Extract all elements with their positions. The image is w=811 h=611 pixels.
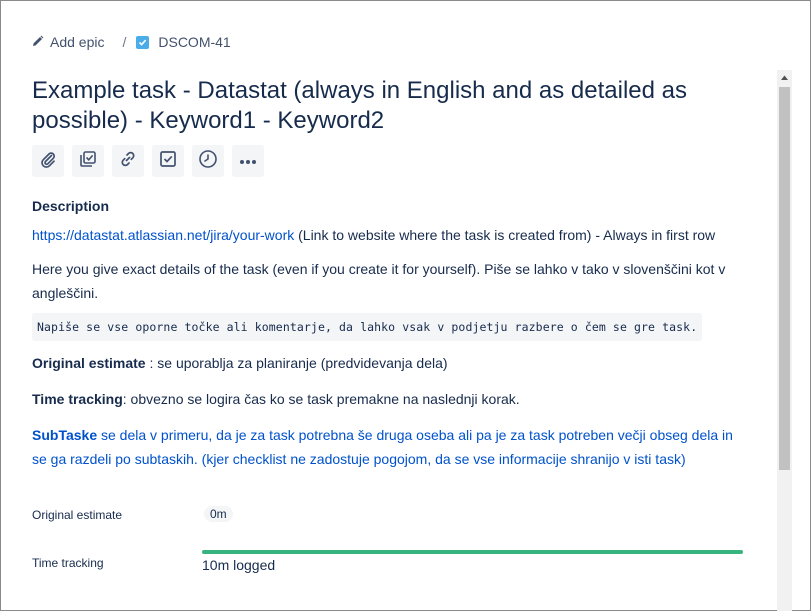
issue-key: DSCOM-41 xyxy=(158,34,231,50)
original-estimate-explanation: : se uporablja za planiranje (predvideva… xyxy=(145,355,448,371)
time-tracking-progress-bar xyxy=(202,550,743,554)
link-issue-button[interactable] xyxy=(112,145,144,177)
original-estimate-note: Original estimate : se uporablja za plan… xyxy=(32,351,742,375)
description-details: Here you give exact details of the task … xyxy=(32,261,726,301)
time-tracking-explanation: : obvezno se logira čas ko se task prema… xyxy=(122,391,520,407)
pencil-icon xyxy=(32,34,44,50)
more-icon xyxy=(239,152,257,170)
checklist-icon xyxy=(159,150,177,173)
breadcrumb: Add epic / DSCOM-41 xyxy=(32,32,231,52)
description-code-row: Napiše se vse oporne točke ali komentarj… xyxy=(32,313,742,341)
issue-title[interactable]: Example task - Datastat (always in Engli… xyxy=(32,76,722,136)
time-tracking-progress-fill xyxy=(202,550,743,554)
description-section[interactable]: Description https://datastat.atlassian.n… xyxy=(32,196,742,485)
task-type-icon xyxy=(136,35,150,49)
breadcrumb-separator: / xyxy=(122,34,127,50)
add-epic-link[interactable]: Add epic xyxy=(32,34,104,50)
add-epic-label: Add epic xyxy=(50,34,105,50)
link-icon xyxy=(119,150,137,173)
scrollbar[interactable] xyxy=(777,70,792,611)
child-issue-icon xyxy=(79,150,97,173)
attach-button[interactable] xyxy=(32,145,64,177)
time-tracking-field[interactable]: Time tracking 10m logged xyxy=(32,505,752,585)
more-actions-button[interactable] xyxy=(232,145,264,177)
subtasks-explanation: se dela v primeru, da je za task potrebn… xyxy=(32,427,733,467)
time-tracking-note: Time tracking: obvezno se logira čas ko … xyxy=(32,387,742,411)
link-suffix-text: (Link to website where the task is creat… xyxy=(294,227,716,243)
add-child-issue-button[interactable] xyxy=(72,145,104,177)
time-tracking-button[interactable] xyxy=(192,145,224,177)
description-heading: Description xyxy=(32,198,110,214)
issue-key-link[interactable]: DSCOM-41 xyxy=(136,34,231,50)
description-first-row: https://datastat.atlassian.net/jira/your… xyxy=(32,223,742,247)
time-logged-text: 10m logged xyxy=(202,557,276,573)
work-link[interactable]: https://datastat.atlassian.net/jira/your… xyxy=(32,227,294,243)
subtasks-note: SubTaske se dela v primeru, da je za tas… xyxy=(32,423,742,471)
time-tracking-label: Time tracking xyxy=(32,556,104,570)
original-estimate-term: Original estimate xyxy=(32,355,146,371)
time-tracking-term: Time tracking xyxy=(32,391,123,407)
checklist-button[interactable] xyxy=(152,145,184,177)
clock-icon xyxy=(198,149,218,174)
scroll-up-arrow-icon[interactable] xyxy=(777,70,792,85)
issue-toolbar xyxy=(32,145,264,177)
subtasks-term: SubTaske xyxy=(32,427,98,443)
scroll-thumb[interactable] xyxy=(779,87,790,470)
code-snippet: Napiše se vse oporne točke ali komentarj… xyxy=(32,313,703,341)
attachment-icon xyxy=(39,150,57,173)
